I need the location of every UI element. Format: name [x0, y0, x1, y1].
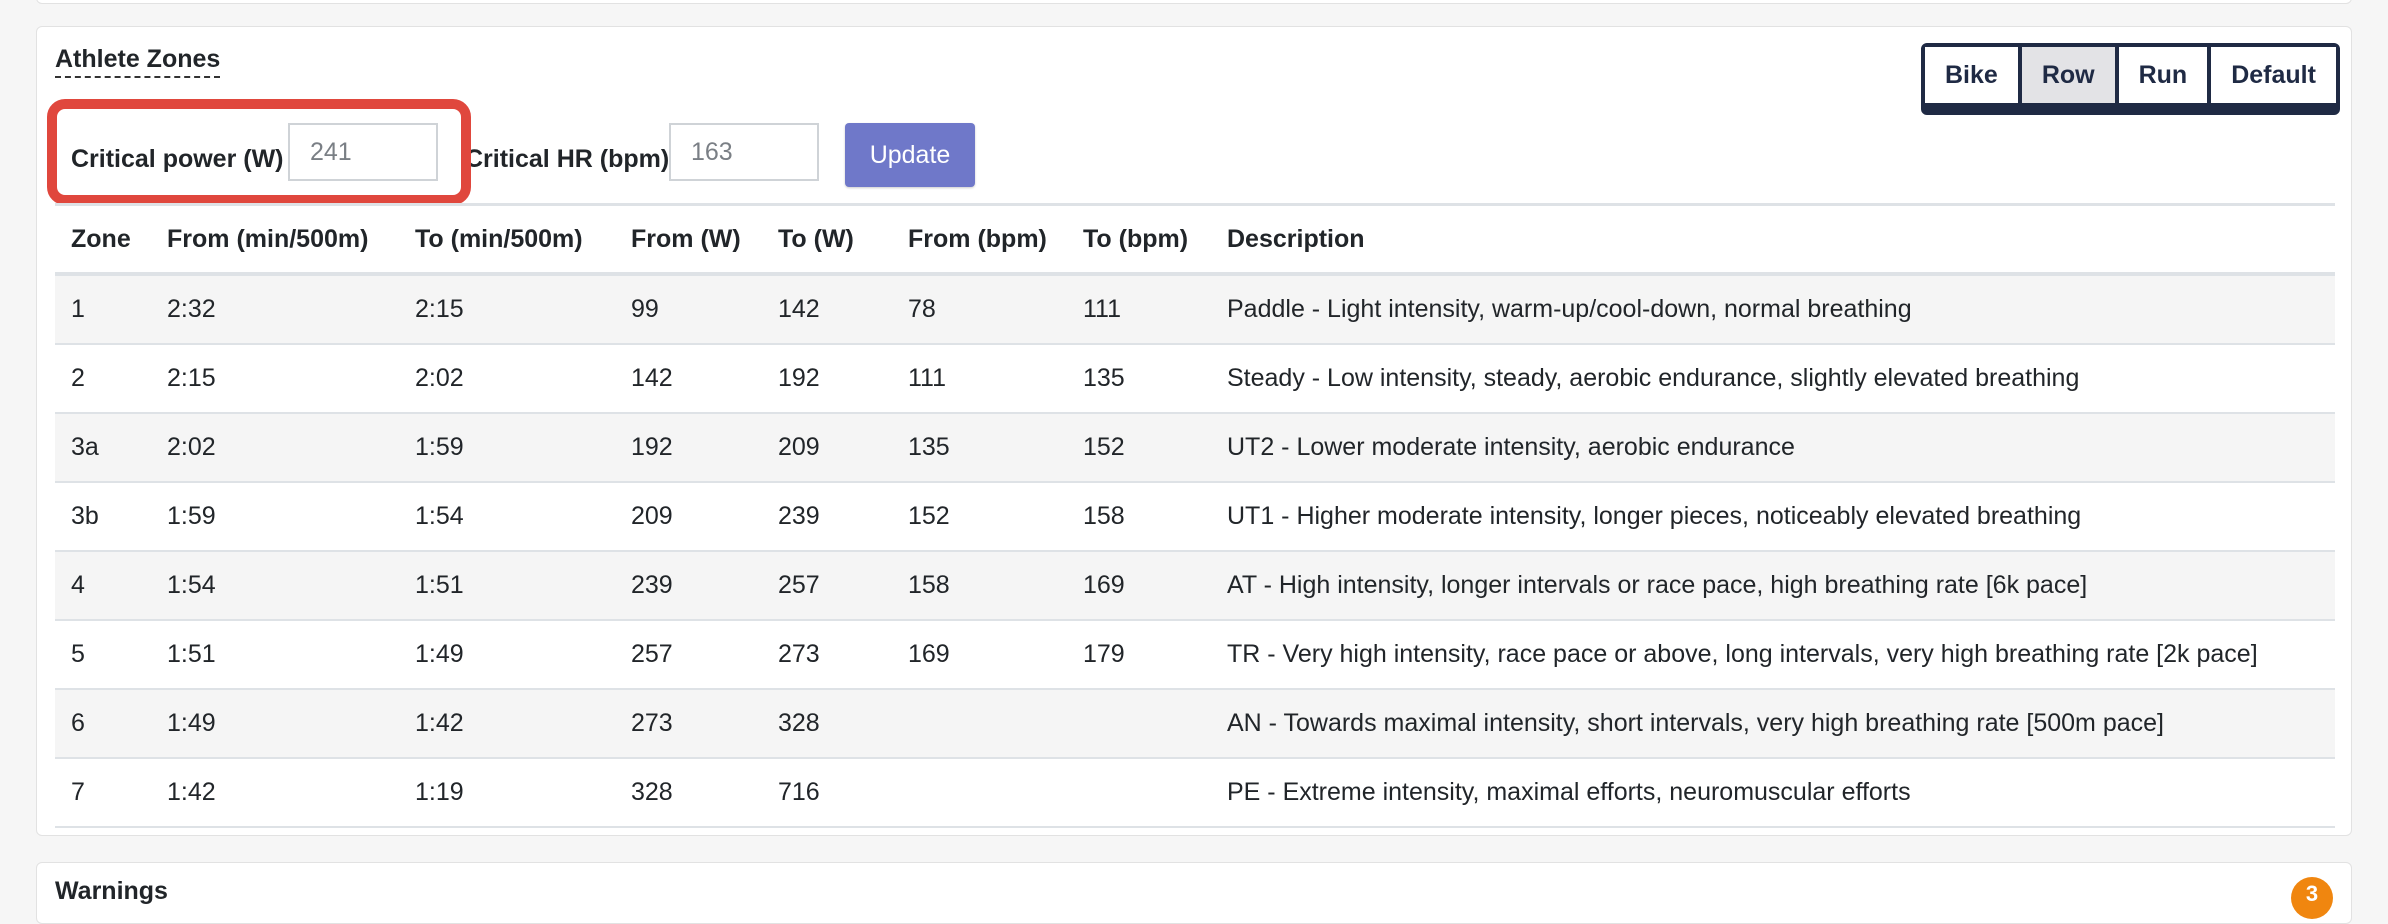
to-bpm-cell: [1067, 689, 1211, 759]
description-cell: Paddle - Light intensity, warm-up/cool-d…: [1211, 274, 2335, 345]
to-pace-cell: 2:02: [399, 344, 615, 414]
to-bpm-cell: 152: [1067, 413, 1211, 483]
from-w-cell: 99: [615, 274, 762, 345]
to-bpm-cell: 179: [1067, 620, 1211, 690]
sport-toggle: Bike Row Run Default: [1921, 43, 2340, 115]
table-row: 1 2:32 2:15 99 142 78 111 Paddle - Light…: [55, 274, 2335, 345]
from-pace-cell: 2:02: [151, 413, 399, 483]
from-bpm-cell: 169: [892, 620, 1067, 690]
header-from-w: From (W): [615, 203, 762, 276]
header-to-pace: To (min/500m): [399, 203, 615, 276]
zone-cell: 6: [55, 689, 151, 759]
description-cell: AN - Towards maximal intensity, short in…: [1211, 689, 2335, 759]
table-row: 2 2:15 2:02 142 192 111 135 Steady - Low…: [55, 344, 2335, 414]
to-pace-cell: 1:19: [399, 758, 615, 828]
header-description: Description: [1211, 203, 2335, 276]
from-w-cell: 328: [615, 758, 762, 828]
from-pace-cell: 1:51: [151, 620, 399, 690]
to-w-cell: 328: [762, 689, 892, 759]
table-row: 5 1:51 1:49 257 273 169 179 TR - Very hi…: [55, 620, 2335, 690]
critical-hr-input[interactable]: 163: [669, 123, 819, 181]
table-row: 3b 1:59 1:54 209 239 152 158 UT1 - Highe…: [55, 482, 2335, 552]
to-bpm-cell: 158: [1067, 482, 1211, 552]
from-pace-cell: 2:15: [151, 344, 399, 414]
from-w-cell: 273: [615, 689, 762, 759]
from-w-cell: 257: [615, 620, 762, 690]
header-to-w: To (W): [762, 203, 892, 276]
card-title[interactable]: Athlete Zones: [55, 45, 221, 78]
row-button[interactable]: Row: [2021, 47, 2119, 103]
to-pace-cell: 1:51: [399, 551, 615, 621]
header-zone: Zone: [55, 203, 151, 276]
from-w-cell: 192: [615, 413, 762, 483]
to-bpm-cell: 111: [1067, 274, 1211, 345]
table-row: 7 1:42 1:19 328 716 PE - Extreme intensi…: [55, 758, 2335, 828]
description-cell: UT1 - Higher moderate intensity, longer …: [1211, 482, 2335, 552]
to-bpm-cell: 135: [1067, 344, 1211, 414]
from-bpm-cell: [892, 758, 1067, 828]
default-button[interactable]: Default: [2211, 47, 2336, 103]
to-w-cell: 192: [762, 344, 892, 414]
athlete-zones-card: Athlete Zones Bike Row Run Default Criti…: [36, 26, 2352, 836]
to-pace-cell: 1:54: [399, 482, 615, 552]
from-bpm-cell: 135: [892, 413, 1067, 483]
from-bpm-cell: 78: [892, 274, 1067, 345]
header-from-pace: From (min/500m): [151, 203, 399, 276]
from-pace-cell: 1:54: [151, 551, 399, 621]
from-pace-cell: 2:32: [151, 274, 399, 345]
warnings-title[interactable]: Warnings: [55, 877, 168, 906]
zone-cell: 5: [55, 620, 151, 690]
description-cell: PE - Extreme intensity, maximal efforts,…: [1211, 758, 2335, 828]
description-cell: TR - Very high intensity, race pace or a…: [1211, 620, 2335, 690]
to-pace-cell: 1:49: [399, 620, 615, 690]
description-cell: AT - High intensity, longer intervals or…: [1211, 551, 2335, 621]
from-bpm-cell: 158: [892, 551, 1067, 621]
from-pace-cell: 1:49: [151, 689, 399, 759]
annotation-highlight-box: [47, 99, 471, 205]
zone-cell: 4: [55, 551, 151, 621]
from-w-cell: 209: [615, 482, 762, 552]
to-bpm-cell: [1067, 758, 1211, 828]
update-button[interactable]: Update: [845, 123, 975, 187]
from-bpm-cell: 111: [892, 344, 1067, 414]
from-pace-cell: 1:42: [151, 758, 399, 828]
table-header-row: Zone From (min/500m) To (min/500m) From …: [55, 203, 2335, 276]
zone-cell: 3b: [55, 482, 151, 552]
from-bpm-cell: 152: [892, 482, 1067, 552]
warnings-card: Warnings 3: [36, 862, 2352, 924]
bike-button[interactable]: Bike: [1925, 47, 2022, 103]
zone-cell: 7: [55, 758, 151, 828]
description-cell: Steady - Low intensity, steady, aerobic …: [1211, 344, 2335, 414]
zones-table: Zone From (min/500m) To (min/500m) From …: [55, 203, 2335, 828]
to-bpm-cell: 169: [1067, 551, 1211, 621]
header-from-bpm: From (bpm): [892, 203, 1067, 276]
zone-cell: 3a: [55, 413, 151, 483]
to-w-cell: 209: [762, 413, 892, 483]
table-row: 4 1:54 1:51 239 257 158 169 AT - High in…: [55, 551, 2335, 621]
table-row: 3a 2:02 1:59 192 209 135 152 UT2 - Lower…: [55, 413, 2335, 483]
description-cell: UT2 - Lower moderate intensity, aerobic …: [1211, 413, 2335, 483]
to-pace-cell: 2:15: [399, 274, 615, 345]
from-bpm-cell: [892, 689, 1067, 759]
to-w-cell: 273: [762, 620, 892, 690]
run-button[interactable]: Run: [2118, 47, 2212, 103]
header-to-bpm: To (bpm): [1067, 203, 1211, 276]
to-w-cell: 716: [762, 758, 892, 828]
critical-hr-label: Critical HR (bpm): [465, 145, 670, 173]
from-w-cell: 239: [615, 551, 762, 621]
previous-card: [36, 0, 2352, 4]
zone-cell: 2: [55, 344, 151, 414]
to-w-cell: 142: [762, 274, 892, 345]
to-w-cell: 257: [762, 551, 892, 621]
from-pace-cell: 1:59: [151, 482, 399, 552]
to-pace-cell: 1:59: [399, 413, 615, 483]
warnings-count-badge: 3: [2291, 877, 2333, 919]
table-row: 6 1:49 1:42 273 328 AN - Towards maximal…: [55, 689, 2335, 759]
to-pace-cell: 1:42: [399, 689, 615, 759]
zone-cell: 1: [55, 274, 151, 345]
to-w-cell: 239: [762, 482, 892, 552]
from-w-cell: 142: [615, 344, 762, 414]
